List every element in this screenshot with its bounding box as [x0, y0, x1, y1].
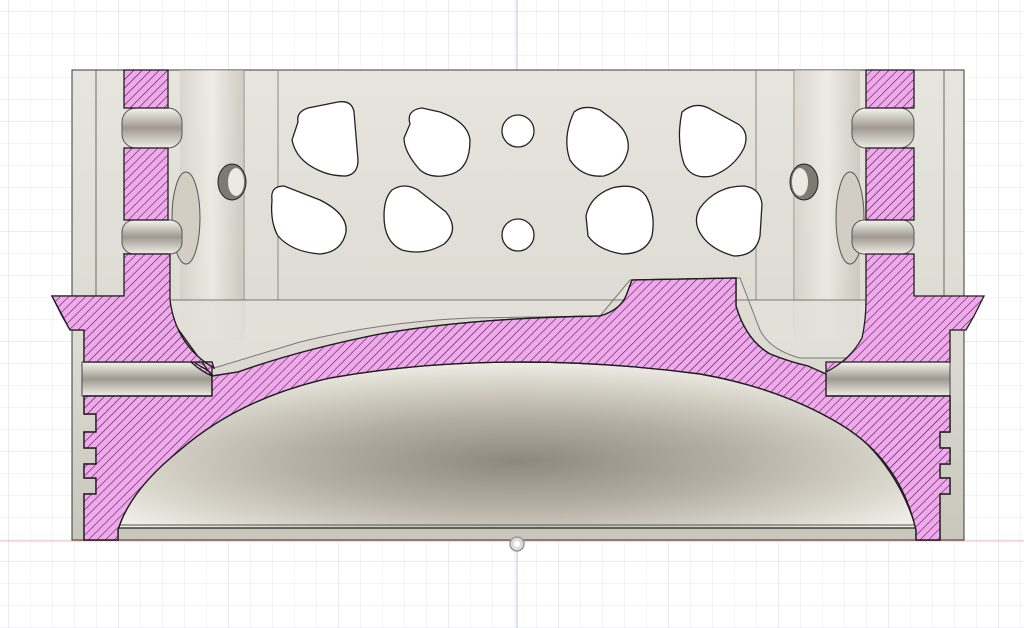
- window-hole-bottom: [501, 218, 535, 252]
- cad-viewport[interactable]: [0, 0, 1024, 628]
- window-hole-top: [501, 114, 535, 148]
- cad-canvas[interactable]: [0, 0, 1024, 628]
- origin-marker[interactable]: [509, 536, 525, 552]
